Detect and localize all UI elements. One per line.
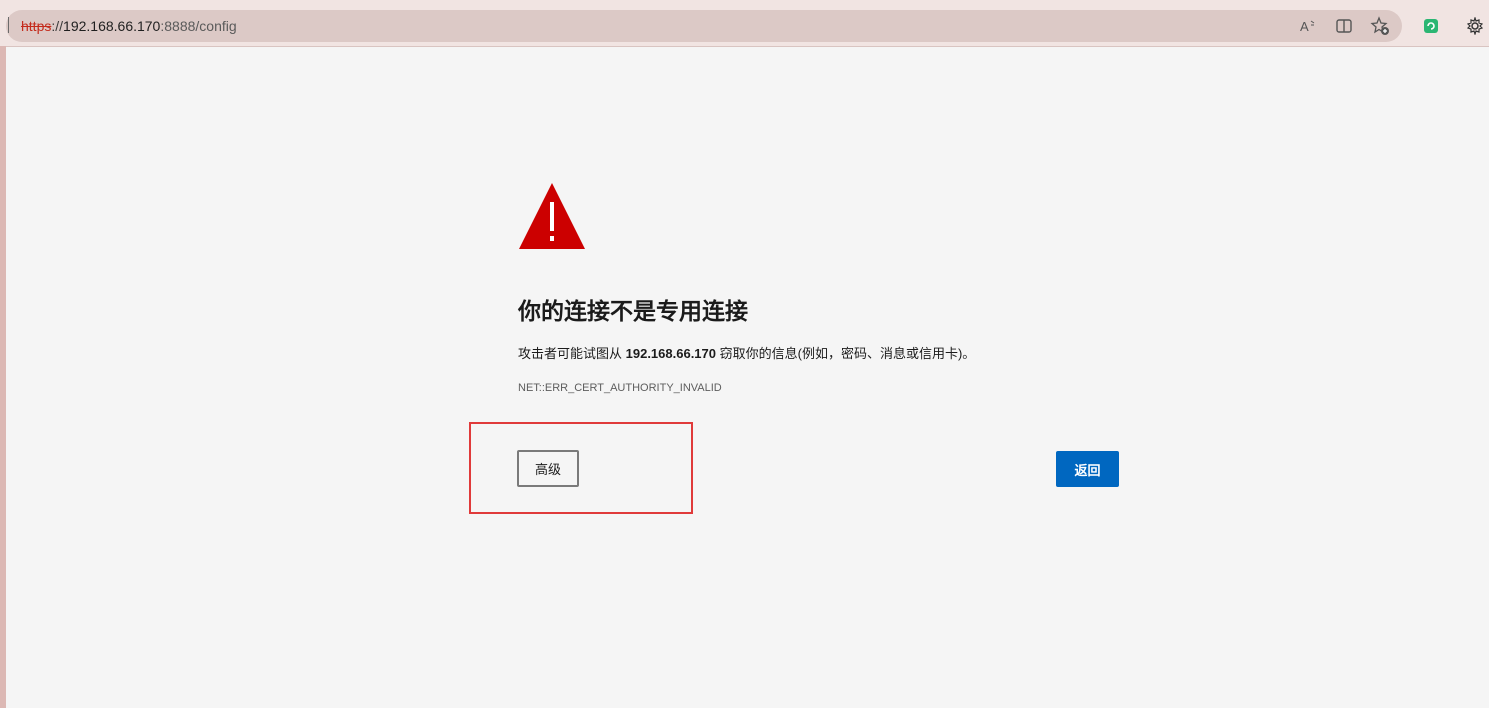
error-description: 攻击者可能试图从 192.168.66.170 窃取你的信息(例如，密码、消息或… (518, 345, 975, 363)
advanced-button[interactable]: 高级 (517, 450, 579, 487)
address-divider (8, 17, 9, 33)
svg-text:A: A (1300, 19, 1309, 34)
extension-icon[interactable] (1419, 14, 1443, 38)
url-scheme: https (21, 18, 52, 34)
browser-toolbar: https://192.168.66.170:8888/config A (0, 0, 1489, 47)
url-path: :8888/config (160, 18, 237, 34)
url-host: 192.168.66.170 (63, 18, 161, 34)
back-button[interactable]: 返回 (1056, 451, 1119, 487)
warning-icon (519, 183, 585, 249)
url-text[interactable]: https://192.168.66.170:8888/config (21, 17, 237, 35)
settings-gear-icon[interactable] (1463, 14, 1487, 38)
error-code: NET::ERR_CERT_AUTHORITY_INVALID (518, 382, 722, 394)
description-prefix: 攻击者可能试图从 (518, 346, 626, 361)
description-suffix: 窃取你的信息(例如，密码、消息或信用卡)。 (716, 346, 976, 361)
url-separator: :// (51, 18, 64, 34)
split-screen-icon[interactable] (1332, 14, 1356, 38)
window-left-edge (0, 46, 6, 708)
annotation-highlight-box (469, 422, 693, 514)
add-favorite-icon[interactable] (1368, 14, 1392, 38)
description-host: 192.168.66.170 (625, 346, 716, 361)
error-title: 你的连接不是专用连接 (518, 298, 748, 324)
read-aloud-icon[interactable]: A (1296, 14, 1320, 38)
